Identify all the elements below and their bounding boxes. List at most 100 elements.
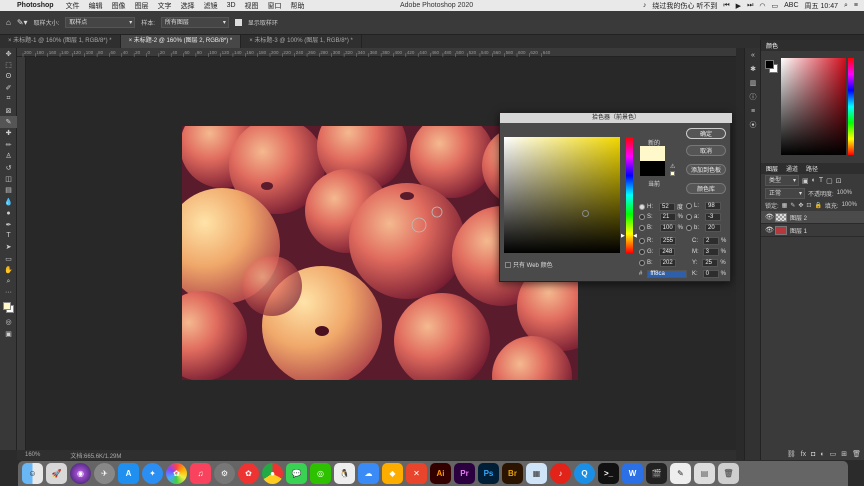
filter-adjustment-icon[interactable]: ◐ bbox=[812, 177, 816, 184]
filter-smart-icon[interactable]: ⊡ bbox=[836, 177, 842, 185]
cancel-button[interactable]: 取消 bbox=[686, 145, 726, 156]
ruler-horizontal[interactable]: 200 180 160 140 120 100 80 60 40 20 0 20 40 60 80 100 12… bbox=[17, 48, 736, 57]
brush-tool-icon[interactable]: ✏ bbox=[0, 139, 17, 150]
web-safe-swatch-icon[interactable] bbox=[670, 171, 675, 176]
rocket-icon[interactable]: ✈ bbox=[94, 463, 115, 484]
lab-b-input[interactable]: 20 bbox=[705, 224, 722, 232]
zoom-level[interactable]: 160% bbox=[25, 452, 40, 458]
photoshop-icon[interactable]: Ps bbox=[478, 463, 499, 484]
hue-slider[interactable] bbox=[626, 137, 633, 253]
color-field[interactable] bbox=[504, 137, 620, 253]
more-tools-icon[interactable]: ··· bbox=[0, 287, 17, 298]
play-icon[interactable]: ▶ bbox=[736, 2, 741, 10]
safari-icon[interactable]: ✦ bbox=[142, 463, 163, 484]
info-icon[interactable]: ⓘ bbox=[745, 90, 761, 104]
libraries-icon[interactable]: ▥ bbox=[745, 76, 761, 90]
music-note-icon[interactable]: ♪ bbox=[643, 2, 647, 9]
filter-type-icon[interactable]: T bbox=[819, 177, 823, 184]
menu-image[interactable]: 图像 bbox=[112, 1, 126, 11]
screen-mode-icon[interactable]: ▣ bbox=[0, 328, 17, 339]
rectangle-tool-icon[interactable]: ▭ bbox=[0, 253, 17, 264]
tab-color[interactable]: 颜色 bbox=[766, 41, 778, 50]
m-input[interactable]: 3 bbox=[702, 248, 719, 256]
tab-doc-3[interactable]: × 未标题-3 @ 100% (图层 1, RGB/8*) * bbox=[241, 35, 362, 48]
input-method-indicator[interactable]: ABC bbox=[784, 2, 798, 9]
menu-file[interactable]: 文件 bbox=[66, 1, 80, 11]
brushes-icon[interactable]: ⦿ bbox=[745, 118, 761, 132]
menu-edit[interactable]: 编辑 bbox=[89, 1, 103, 11]
xmind-icon[interactable]: ✕ bbox=[406, 463, 427, 484]
clock[interactable]: 周五 10:47 bbox=[805, 1, 838, 11]
blue-input[interactable]: 202 bbox=[659, 259, 676, 267]
trash-icon[interactable]: 🗑 bbox=[718, 463, 739, 484]
lock-artboard-icon[interactable]: ⊡ bbox=[806, 202, 811, 209]
type-tool-icon[interactable]: T bbox=[0, 230, 17, 241]
premiere-icon[interactable]: Pr bbox=[454, 463, 475, 484]
menu-view[interactable]: 视图 bbox=[245, 1, 259, 11]
next-track-icon[interactable]: ⏭ bbox=[747, 2, 753, 10]
radio-b[interactable] bbox=[639, 225, 645, 231]
current-color-swatch[interactable] bbox=[640, 161, 665, 176]
eraser-tool-icon[interactable]: ◫ bbox=[0, 173, 17, 184]
search-icon[interactable]: ⌕ bbox=[844, 2, 848, 10]
dodge-tool-icon[interactable]: ● bbox=[0, 207, 17, 218]
app-store-icon[interactable]: A bbox=[118, 463, 139, 484]
tab-doc-1[interactable]: × 未标题-1 @ 160% (图层 1, RGB/8*) * bbox=[0, 35, 121, 48]
add-mask-icon[interactable]: ◘ bbox=[811, 451, 815, 458]
menu-select[interactable]: 选择 bbox=[181, 1, 195, 11]
out-of-gamut-warning-icon[interactable]: ⚠ bbox=[670, 163, 675, 170]
lock-move-icon[interactable]: ✥ bbox=[798, 202, 803, 209]
hand-tool-icon[interactable]: ✋ bbox=[0, 264, 17, 275]
l-input[interactable]: 98 bbox=[705, 202, 722, 210]
filter-pixel-icon[interactable]: ▣ bbox=[802, 177, 809, 185]
menu-window[interactable]: 窗口 bbox=[268, 1, 282, 11]
foreground-background-color-icon[interactable] bbox=[0, 299, 17, 317]
wechat-icon[interactable]: ◎ bbox=[310, 463, 331, 484]
k-input[interactable]: 0 bbox=[702, 270, 719, 278]
tab-layers[interactable]: 图层 bbox=[766, 164, 778, 173]
radio-lab-b[interactable] bbox=[686, 225, 692, 231]
color-panel-hue-slider[interactable] bbox=[848, 58, 854, 155]
sketch-icon[interactable]: ◆ bbox=[382, 463, 403, 484]
blur-tool-icon[interactable]: 💧 bbox=[0, 196, 17, 207]
blend-mode-select[interactable]: 正常 bbox=[765, 187, 805, 199]
b-input[interactable]: 100 bbox=[659, 224, 676, 232]
radio-blue[interactable] bbox=[639, 260, 645, 266]
adjustments-icon[interactable]: ✱ bbox=[745, 62, 761, 76]
wifi-icon[interactable]: ◠ bbox=[759, 2, 765, 10]
control-center-icon[interactable]: ≡ bbox=[854, 2, 858, 9]
properties-icon[interactable]: ≡ bbox=[745, 104, 761, 118]
lasso-tool-icon[interactable]: ʘ bbox=[0, 71, 17, 82]
clone-stamp-tool-icon[interactable]: ♙ bbox=[0, 151, 17, 162]
c-input[interactable]: 2 bbox=[703, 237, 719, 245]
qq-icon[interactable]: 🐧 bbox=[334, 463, 355, 484]
color-libraries-button[interactable]: 颜色库 bbox=[686, 183, 726, 194]
g-input[interactable]: 248 bbox=[659, 248, 676, 256]
launchpad-icon[interactable]: 🚀 bbox=[46, 463, 67, 484]
lock-all-icon[interactable]: 🔒 bbox=[814, 202, 821, 209]
path-selection-tool-icon[interactable]: ➤ bbox=[0, 242, 17, 253]
bridge-icon[interactable]: Br bbox=[502, 463, 523, 484]
layer-row[interactable]: 👁 图层 1 bbox=[761, 224, 864, 237]
radio-h[interactable] bbox=[639, 203, 645, 210]
a-input[interactable]: -3 bbox=[705, 213, 722, 221]
r-input[interactable]: 255 bbox=[660, 237, 676, 245]
hue-slider-arrow-icon[interactable]: ▶ bbox=[621, 233, 625, 239]
quick-selection-tool-icon[interactable]: ✐ bbox=[0, 82, 17, 93]
tab-doc-2[interactable]: × 未标题-2 @ 160% (图层 2, RGB/8*) * bbox=[120, 35, 242, 48]
final-cut-icon[interactable]: 🎬 bbox=[646, 463, 667, 484]
healing-brush-tool-icon[interactable]: ✚ bbox=[0, 128, 17, 139]
ruler-vertical[interactable] bbox=[17, 57, 26, 450]
sample-size-select[interactable]: 取样点 bbox=[65, 17, 136, 28]
music-icon[interactable]: ♫ bbox=[190, 463, 211, 484]
photos-icon[interactable]: ✿ bbox=[166, 463, 187, 484]
visibility-eye-icon[interactable]: 👁 bbox=[765, 226, 774, 234]
illustrator-icon[interactable]: Ai bbox=[430, 463, 451, 484]
layer-row[interactable]: 👁 图层 2 bbox=[761, 211, 864, 224]
word-icon[interactable]: W bbox=[622, 463, 643, 484]
radio-g[interactable] bbox=[639, 249, 645, 255]
frame-tool-icon[interactable]: ⊠ bbox=[0, 105, 17, 116]
delete-layer-icon[interactable]: 🗑 bbox=[852, 450, 861, 458]
tab-paths[interactable]: 路径 bbox=[806, 164, 818, 173]
history-brush-tool-icon[interactable]: ↺ bbox=[0, 162, 17, 173]
